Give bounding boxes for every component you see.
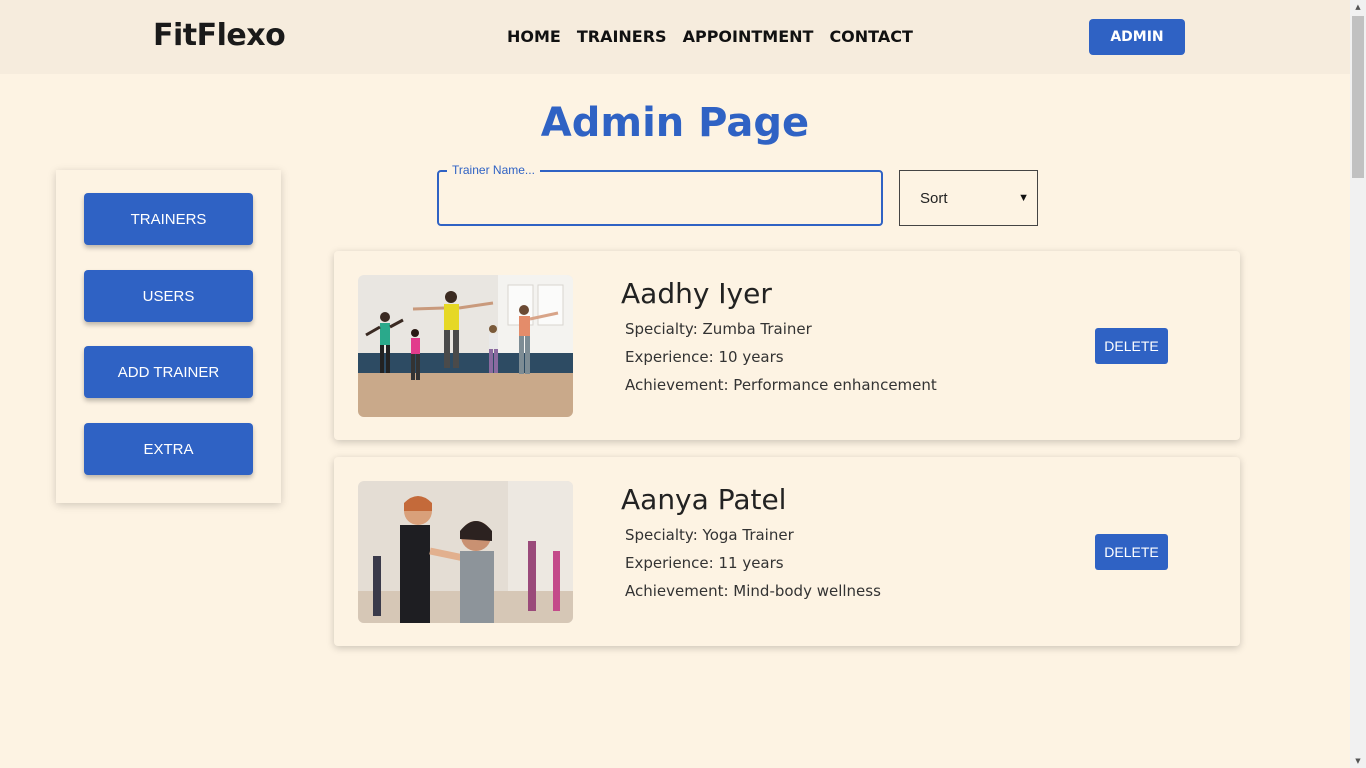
sidebar-trainers-button[interactable]: TRAINERS [84,193,253,245]
scrollbar-thumb[interactable] [1352,16,1364,178]
page-title: Admin Page [540,100,810,146]
sort-selected-value: Sort [920,189,948,207]
trainer-name: Aadhy Iyer [621,277,772,310]
admin-sidebar: TRAINERS USERS ADD TRAINER EXTRA [56,170,281,503]
delete-trainer-button[interactable]: DELETE [1095,328,1168,364]
page-scrollbar[interactable]: ▲ ▼ [1350,0,1366,768]
trainer-card: Aanya Patel Specialty: Yoga Trainer Expe… [334,457,1240,646]
sidebar-users-button[interactable]: USERS [84,270,253,322]
trainer-photo [358,275,573,417]
trainer-card: Aadhy Iyer Specialty: Zumba Trainer Expe… [334,251,1240,440]
sidebar-extra-button[interactable]: EXTRA [84,423,253,475]
trainer-specialty: Specialty: Yoga Trainer [625,526,794,544]
trainer-name: Aanya Patel [621,483,787,516]
trainer-experience: Experience: 10 years [625,348,784,366]
scroll-up-arrow-icon[interactable]: ▲ [1350,0,1366,14]
nav-home-link[interactable]: HOME [507,27,561,46]
sidebar-add-trainer-button[interactable]: ADD TRAINER [84,346,253,398]
chevron-down-icon: ▼ [1018,192,1029,204]
scroll-down-arrow-icon[interactable]: ▼ [1350,754,1366,768]
trainer-search-input[interactable] [439,172,881,224]
nav-appointment-link[interactable]: APPOINTMENT [683,27,814,46]
trainer-specialty: Specialty: Zumba Trainer [625,320,812,338]
trainer-achievement: Achievement: Mind-body wellness [625,582,881,600]
trainer-search-field: Trainer Name... [437,163,883,226]
sort-select[interactable]: Sort ▼ [899,170,1038,226]
admin-button[interactable]: ADMIN [1089,19,1185,55]
nav-trainers-link[interactable]: TRAINERS [577,27,667,46]
site-logo[interactable]: FitFlexo [153,18,286,53]
trainer-achievement: Achievement: Performance enhancement [625,376,937,394]
top-navbar: FitFlexo HOME TRAINERS APPOINTMENT CONTA… [0,0,1350,74]
delete-trainer-button[interactable]: DELETE [1095,534,1168,570]
nav-contact-link[interactable]: CONTACT [829,27,912,46]
trainer-experience: Experience: 11 years [625,554,784,572]
main-nav: HOME TRAINERS APPOINTMENT CONTACT [507,27,913,46]
trainer-photo [358,481,573,623]
